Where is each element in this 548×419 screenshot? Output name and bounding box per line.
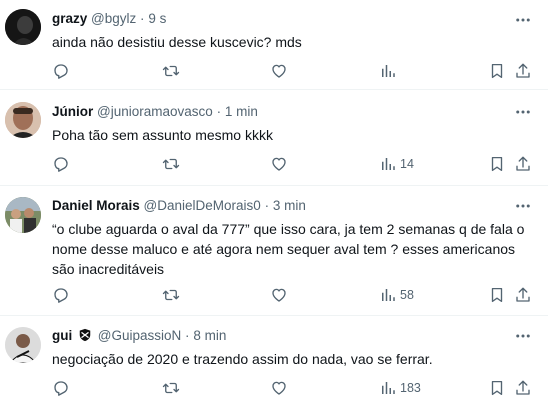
more-icon[interactable] — [514, 103, 532, 121]
views-button[interactable]: 183 — [379, 377, 421, 399]
retweet-icon — [162, 158, 180, 170]
separator: · — [264, 198, 270, 213]
reply-icon — [54, 381, 68, 396]
timestamp[interactable]: 3 min — [273, 198, 306, 213]
tweet-2[interactable]: Júnior @junioramaovasco · 1 min Poha tão… — [0, 90, 548, 186]
share-icon — [516, 287, 530, 302]
reply-button[interactable] — [52, 153, 70, 175]
tweet-1[interactable]: grazy @bgylz · 9 s ainda não desistiu de… — [0, 0, 548, 90]
views-button[interactable]: 58 — [379, 284, 414, 306]
share-button[interactable] — [514, 284, 532, 306]
bookmark-icon — [491, 63, 503, 79]
like-button[interactable] — [270, 284, 288, 306]
share-icon — [516, 380, 530, 395]
retweet-button[interactable] — [162, 284, 180, 306]
share-button[interactable] — [514, 60, 532, 82]
like-button[interactable] — [270, 153, 288, 175]
tweet-text: negociação de 2020 e trazendo assim do n… — [52, 351, 433, 367]
avatar[interactable] — [5, 9, 41, 45]
like-icon — [272, 64, 286, 78]
avatar[interactable] — [5, 327, 41, 363]
share-icon — [516, 156, 530, 171]
bookmark-icon — [491, 287, 503, 303]
tweet-3[interactable]: Daniel Morais @DanielDeMorais0 · 3 min “… — [0, 186, 548, 316]
like-button[interactable] — [270, 377, 288, 399]
reply-icon — [54, 288, 68, 303]
author-name[interactable]: Júnior — [52, 104, 93, 119]
author-handle[interactable]: @GuipassioN — [98, 328, 182, 343]
views-icon — [382, 289, 395, 301]
retweet-button[interactable] — [162, 153, 180, 175]
more-icon[interactable] — [514, 197, 532, 215]
views-icon — [382, 382, 395, 394]
retweet-button[interactable] — [162, 60, 180, 82]
tweet-text: ainda não desistiu desse kuscevic? mds — [52, 34, 302, 50]
reply-icon — [54, 64, 68, 79]
author-name[interactable]: grazy — [52, 11, 87, 26]
reply-icon — [54, 157, 68, 172]
tweet-text: Poha tão sem assunto mesmo kkkk — [52, 127, 273, 143]
tweet-actions: 58 — [52, 284, 542, 306]
author-handle[interactable]: @bgylz — [91, 11, 136, 26]
bookmark-button[interactable] — [488, 284, 506, 306]
share-button[interactable] — [514, 153, 532, 175]
bookmark-icon — [491, 156, 503, 172]
timestamp[interactable]: 8 min — [193, 328, 226, 343]
tweet-actions: 183 — [52, 377, 542, 399]
tweet-header: gui @GuipassioN · 8 min — [52, 327, 226, 347]
club-badge-icon — [78, 328, 92, 347]
bookmark-button[interactable] — [488, 153, 506, 175]
reply-button[interactable] — [52, 60, 70, 82]
views-count: 58 — [400, 288, 414, 302]
tweet-actions: 14 — [52, 153, 542, 175]
separator: · — [216, 104, 222, 119]
tweet-header: grazy @bgylz · 9 s — [52, 10, 166, 28]
like-icon — [272, 157, 286, 171]
avatar[interactable] — [5, 197, 41, 233]
views-button[interactable] — [379, 60, 400, 82]
views-icon — [382, 158, 395, 170]
more-icon[interactable] — [514, 327, 532, 345]
retweet-button[interactable] — [162, 377, 180, 399]
retweet-icon — [162, 289, 180, 301]
timestamp[interactable]: 1 min — [225, 104, 258, 119]
bookmark-button[interactable] — [488, 377, 506, 399]
author-name[interactable]: Daniel Morais — [52, 198, 140, 213]
share-button[interactable] — [514, 377, 532, 399]
more-icon[interactable] — [514, 11, 532, 29]
tweet-text: “o clube aguarda o aval da 777” que isso… — [52, 221, 525, 277]
avatar[interactable] — [5, 102, 41, 138]
like-icon — [272, 288, 286, 302]
author-handle[interactable]: @junioramaovasco — [97, 104, 213, 119]
views-button[interactable]: 14 — [379, 153, 414, 175]
like-icon — [272, 381, 286, 395]
views-icon — [382, 65, 395, 77]
share-icon — [516, 63, 530, 78]
author-name[interactable]: gui — [52, 328, 72, 343]
bookmark-icon — [491, 380, 503, 396]
separator: · — [185, 328, 190, 343]
author-handle[interactable]: @DanielDeMorais0 — [144, 198, 261, 213]
bookmark-button[interactable] — [488, 60, 506, 82]
retweet-icon — [162, 382, 180, 394]
views-count: 183 — [400, 381, 421, 395]
tweet-4[interactable]: gui @GuipassioN · 8 min negociação de 20… — [0, 316, 548, 419]
retweet-icon — [162, 65, 180, 77]
reply-button[interactable] — [52, 284, 70, 306]
like-button[interactable] — [270, 60, 288, 82]
timestamp[interactable]: 9 s — [148, 11, 166, 26]
separator: · — [140, 11, 145, 26]
views-count: 14 — [400, 157, 414, 171]
tweet-header: Daniel Morais @DanielDeMorais0 · 3 min — [52, 197, 306, 215]
reply-button[interactable] — [52, 377, 70, 399]
tweet-actions — [52, 60, 542, 82]
tweet-header: Júnior @junioramaovasco · 1 min — [52, 103, 258, 121]
